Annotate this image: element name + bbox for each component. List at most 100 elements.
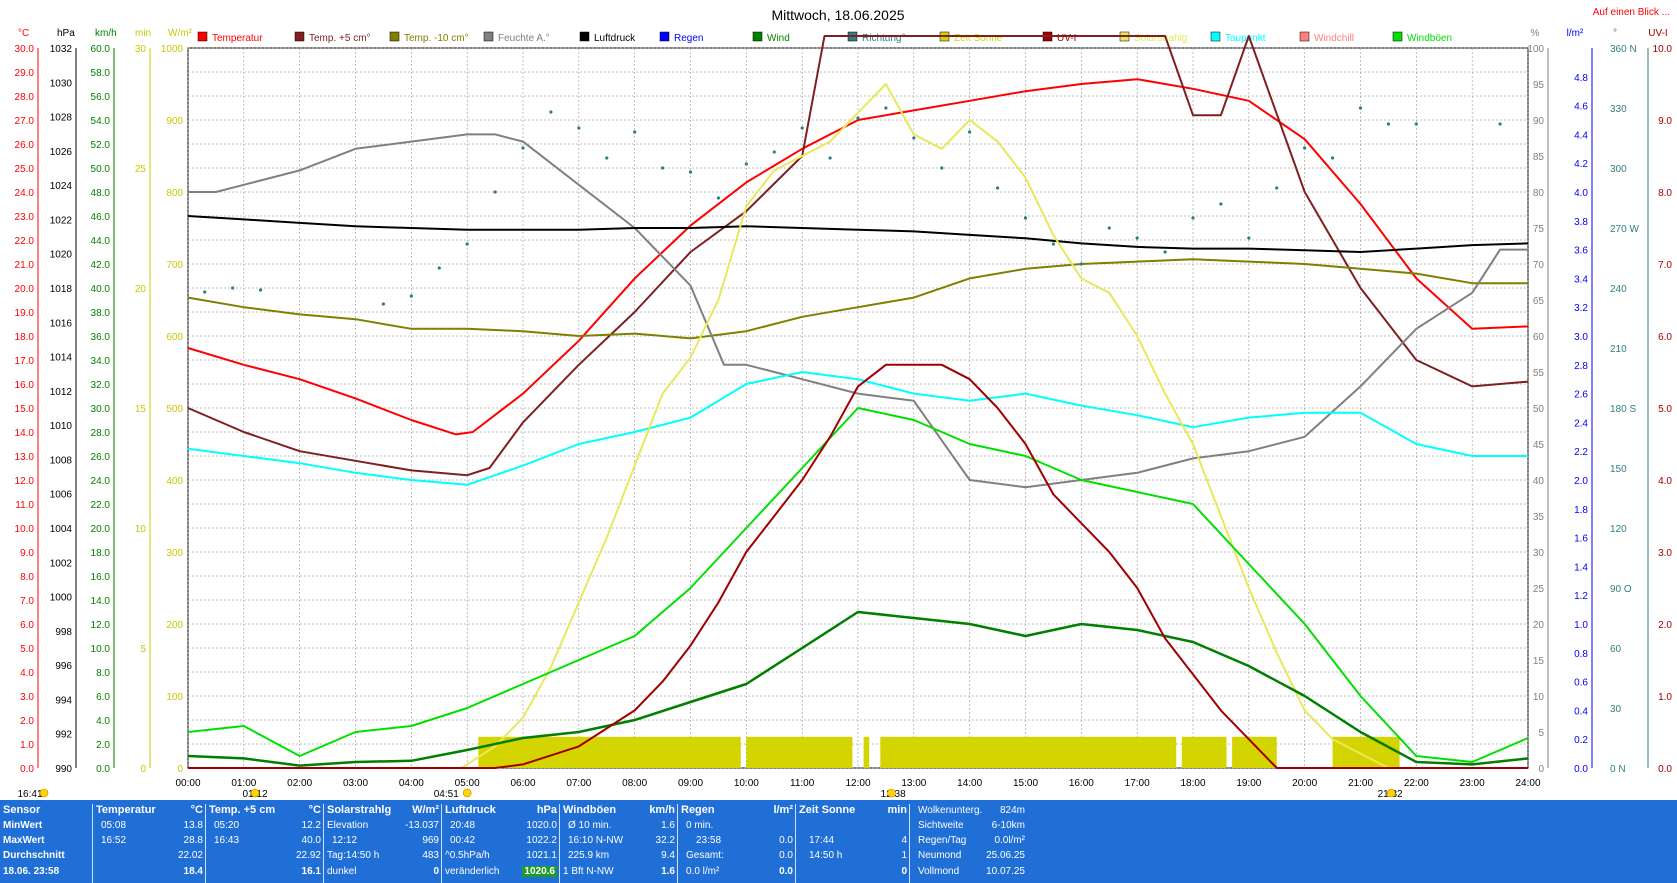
- cloud-base-label: Wolkenunterg.: [918, 805, 983, 816]
- tick-label-uv: 4.0: [1658, 476, 1672, 487]
- tick-label-wind: 50.0: [91, 164, 111, 175]
- tick-label-rain: 3.4: [1574, 274, 1588, 285]
- tick-label-temperature: 12.0: [15, 476, 35, 487]
- summary-header-sensor: Sensor: [3, 804, 41, 816]
- rain-current-label: 0.0 l/m²: [686, 866, 720, 877]
- tick-label-time: 05:00: [455, 778, 480, 789]
- tick-label-temperature: 27.0: [15, 116, 35, 127]
- tick-label-sunshine: 25: [135, 164, 147, 175]
- tick-label-temperature: 15.0: [15, 404, 35, 415]
- rain-max-time: 23:58: [696, 835, 722, 846]
- wind-distance: 225.9 km: [568, 850, 610, 861]
- tick-label-time: 08:00: [622, 778, 647, 789]
- direction-point: [660, 166, 665, 170]
- tick-label-direction: 120: [1610, 524, 1627, 535]
- temp5-avg-value: 22.92: [295, 850, 321, 861]
- tick-label-temperature: 4.0: [20, 668, 34, 679]
- overview-link[interactable]: Auf einen Blick ...: [1593, 7, 1670, 18]
- tick-label-solar: 800: [166, 188, 183, 199]
- solar-avg-value: 483: [422, 850, 439, 861]
- direction-point: [577, 126, 581, 130]
- tick-label-rain: 3.0: [1574, 332, 1588, 343]
- rain-duration: 0 min.: [686, 820, 714, 831]
- tick-label-rain: 4.4: [1574, 130, 1588, 141]
- pressure-min-time: 20:48: [450, 820, 476, 831]
- solar-max-value: 969: [422, 835, 439, 846]
- summary-col-temperature: Temperatur °C 05:08 13.8 16:52 28.8 22.02 1…: [92, 804, 206, 883]
- tick-label-time: 12:00: [845, 778, 870, 789]
- tick-label-solar: 600: [166, 332, 183, 343]
- tick-label-solar: 400: [166, 476, 183, 487]
- temp5-min-value: 12.2: [301, 820, 321, 831]
- tick-label-pressure: 990: [55, 764, 72, 775]
- tick-label-sunshine: 10: [135, 524, 147, 535]
- tick-label-time: 21:00: [1348, 778, 1373, 789]
- axis-header: °: [1613, 28, 1617, 39]
- gusts-avg-label: Ø 10 min.: [568, 820, 612, 831]
- tick-label-temperature: 30.0: [15, 44, 35, 55]
- tick-label-humidity: 5: [1538, 728, 1544, 739]
- legend-swatch: [389, 31, 400, 42]
- tick-label-wind: 6.0: [96, 692, 110, 703]
- pressure-max-time: 00:42: [450, 835, 476, 846]
- pressure-current-value: 1020.6: [522, 866, 557, 877]
- summary-table: Sensor MinWert MaxWert Durchschnitt 18.0…: [0, 800, 1677, 883]
- tick-label-direction: 90 O: [1610, 584, 1632, 595]
- solar-daylength: Tag:14:50 h: [327, 850, 380, 861]
- tick-label-wind: 14.0: [91, 596, 111, 607]
- tick-label-time: 19:00: [1236, 778, 1261, 789]
- sunshine-bar: [863, 736, 870, 768]
- tick-label-humidity: 25: [1533, 584, 1545, 595]
- cloud-base-value: 824m: [999, 805, 1025, 816]
- tick-label-rain: 1.6: [1574, 534, 1588, 545]
- axis-header: %: [1531, 28, 1540, 39]
- rain-total-value: 0.0: [779, 850, 793, 861]
- tick-label-direction: 0 N: [1610, 764, 1626, 775]
- legend-swatch: [294, 31, 305, 42]
- tick-label-rain: 2.2: [1574, 447, 1588, 458]
- rain-day-value: 0.0l/m²: [994, 835, 1025, 846]
- solar-elevation-label: Elevation: [327, 820, 369, 831]
- tick-label-temperature: 9.0: [20, 548, 34, 559]
- axis-header: UV-I: [1648, 28, 1667, 39]
- summary-col-extra: Wolkenunterg. 824m Sichtweite 6-10km Regen…: [909, 804, 1028, 883]
- tick-label-rain: 2.8: [1574, 361, 1588, 372]
- tick-label-time: 01:00: [231, 778, 256, 789]
- tick-label-direction: 270 W: [1610, 224, 1639, 235]
- tick-label-time: 20:00: [1292, 778, 1317, 789]
- tick-label-uv: 10.0: [1653, 44, 1673, 55]
- summary-header-temp5: Temp. +5 cm: [209, 804, 276, 816]
- temp-min-value: 13.8: [183, 820, 203, 831]
- direction-point: [1163, 250, 1167, 254]
- tick-label-humidity: 95: [1533, 80, 1545, 91]
- tick-label-sunshine: 30: [135, 44, 147, 55]
- tick-label-temperature: 0.0: [20, 764, 34, 775]
- tick-label-pressure: 1002: [50, 558, 73, 569]
- tick-label-rain: 4.8: [1574, 73, 1588, 84]
- tick-label-temperature: 7.0: [20, 596, 34, 607]
- tick-label-rain: 1.2: [1574, 591, 1588, 602]
- tick-label-solar: 0: [177, 764, 183, 775]
- legend-label: Luftdruck: [594, 33, 636, 44]
- tick-label-wind: 26.0: [91, 452, 111, 463]
- sun-marker-icon: [250, 788, 260, 798]
- gusts-avg-value: 1.6: [661, 820, 675, 831]
- tick-label-rain: 1.8: [1574, 505, 1588, 516]
- sunshine-bar: [880, 736, 1177, 768]
- tick-label-temperature: 19.0: [15, 308, 35, 319]
- direction-point: [716, 196, 721, 200]
- solar-current-value: 0: [433, 866, 439, 877]
- tick-label-uv: 5.0: [1658, 404, 1672, 415]
- tick-label-direction: 30: [1610, 704, 1622, 715]
- tick-label-wind: 2.0: [96, 740, 110, 751]
- pressure-min-value: 1020.0: [526, 820, 557, 831]
- temp5-max-time: 16:43: [214, 835, 240, 846]
- tick-label-direction: 360 N: [1610, 44, 1637, 55]
- visibility-value: 6-10km: [991, 820, 1025, 831]
- tick-label-humidity: 65: [1533, 296, 1545, 307]
- direction-point: [688, 170, 693, 174]
- tick-label-humidity: 15: [1533, 656, 1545, 667]
- tick-label-temperature: 18.0: [15, 332, 35, 343]
- marker-time-label: 04:51: [434, 789, 459, 800]
- summary-unit-pressure: hPa: [536, 804, 557, 816]
